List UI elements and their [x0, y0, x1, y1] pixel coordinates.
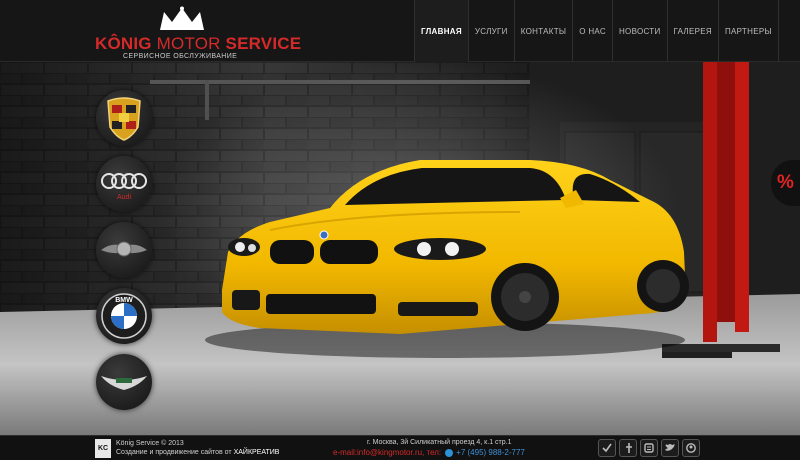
twitter-icon[interactable]: [661, 439, 679, 457]
crown-icon: [160, 6, 204, 30]
percent-icon: %: [777, 172, 794, 193]
footer-studio-link[interactable]: ХАЙКРЕАТИВ: [234, 449, 280, 456]
aston-martin-wings-icon: [101, 376, 147, 390]
skype-icon[interactable]: [445, 448, 454, 457]
footer-phone[interactable]: +7 (495) 988-2-777: [456, 448, 525, 457]
footer-credit: Создание и продвижение сайтов от: [116, 449, 234, 456]
blogger-icon[interactable]: [640, 439, 658, 457]
bmw-roundel-icon: BMW: [101, 293, 147, 339]
brand-aston-martin[interactable]: [96, 354, 152, 410]
footer-logo-text: KC: [97, 445, 109, 452]
brand-tagline: СЕРВИСНОЕ ОБСЛУЖИВАНИЕ: [123, 53, 238, 60]
nav-item-news[interactable]: НОВОСТИ: [613, 0, 668, 62]
footer-email-link[interactable]: info@kingmotor.ru: [357, 448, 422, 457]
nav-item-about[interactable]: О НАС: [573, 0, 613, 62]
brand-maybach[interactable]: [96, 222, 152, 278]
nav-item-services[interactable]: УСЛУГИ: [469, 0, 515, 62]
nav-item-contacts[interactable]: КОНТАКТЫ: [515, 0, 574, 62]
footer-logo[interactable]: KC: [95, 439, 111, 458]
footer-contacts: e-mail: info@kingmotor.ru , тел: +7 (495…: [333, 448, 525, 457]
site-logo[interactable]: KÔNIG MOTOR SERVICE СЕРВИСНОЕ ОБСЛУЖИВАН…: [88, 4, 301, 60]
brand-porsche[interactable]: [96, 90, 152, 146]
brand-name-last: SERVICE: [225, 34, 302, 53]
odnoklassniki-icon[interactable]: [682, 439, 700, 457]
site-footer: KC König Service © 2013 Создание и продв…: [0, 435, 800, 460]
main-nav: ГЛАВНАЯ УСЛУГИ КОНТАКТЫ О НАС НОВОСТИ ГА…: [414, 0, 779, 62]
footer-email-label: e-mail:: [333, 448, 358, 457]
audi-rings-icon: Audi: [101, 173, 147, 201]
site-header: KÔNIG MOTOR SERVICE СЕРВИСНОЕ ОБСЛУЖИВАН…: [0, 0, 800, 62]
maybach-winged-icon: [101, 241, 147, 257]
brand-name-first: KÔNIG: [95, 34, 152, 53]
vk-icon[interactable]: [598, 439, 616, 457]
footer-copyright: König Service © 2013: [116, 440, 184, 447]
hero-banner: Audi BMW %: [0, 62, 800, 435]
brand-audi[interactable]: Audi: [96, 156, 152, 212]
brand-bmw[interactable]: BMW: [96, 288, 152, 344]
footer-address: г. Москва, 3й Силикатный проезд 4, к.1 с…: [367, 439, 512, 446]
nav-item-gallery[interactable]: ГАЛЕРЕЯ: [668, 0, 719, 62]
porsche-crest-icon: [107, 97, 141, 141]
bmw-label: BMW: [115, 297, 133, 304]
brand-name: KÔNIG MOTOR SERVICE: [95, 34, 301, 54]
audi-label: Audi: [117, 194, 131, 201]
social-links: [598, 439, 700, 457]
footer-phone-label: , тел:: [422, 448, 442, 457]
brand-name-motor: MOTOR: [151, 34, 226, 53]
nav-item-home[interactable]: ГЛАВНАЯ: [414, 0, 469, 62]
footer-copyright-block: König Service © 2013 Создание и продвиже…: [116, 439, 279, 457]
footer-credit-line: Создание и продвижение сайтов от ХАЙКРЕА…: [116, 448, 279, 457]
nav-item-partners[interactable]: ПАРТНЕРЫ: [719, 0, 779, 62]
facebook-icon[interactable]: [619, 439, 637, 457]
